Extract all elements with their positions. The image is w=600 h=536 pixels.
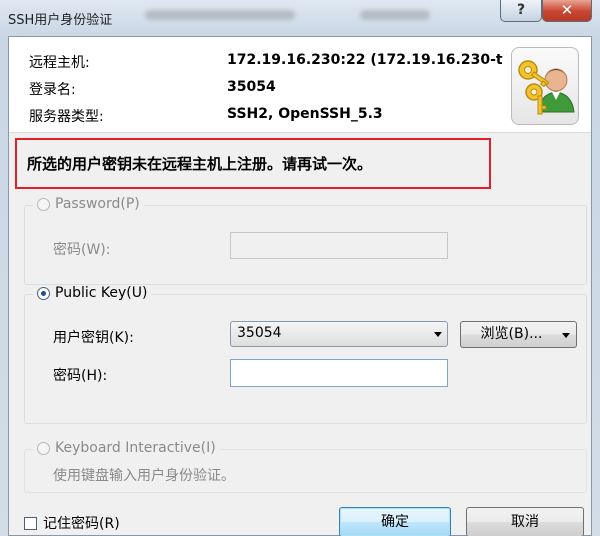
public-key-radio-label: Public Key(U)	[55, 285, 148, 301]
user-key-dropdown[interactable]: 35054	[230, 321, 448, 347]
connection-info-panel: 远程主机: 172.19.16.230:22 (172.19.16.230-te…	[9, 37, 591, 133]
public-key-radio[interactable]: Public Key(U)	[33, 285, 152, 301]
keyboard-interactive-description: 使用键盘输入用户身份验证。	[53, 468, 235, 484]
dialog-body: 所选的用户密钥未在远程主机上注册。请再试一次。 Password(P) 密码(W…	[9, 133, 591, 535]
browse-button[interactable]: 浏览(B)...	[460, 321, 577, 348]
cancel-button[interactable]: 取消	[466, 507, 584, 536]
password-input[interactable]	[230, 232, 448, 259]
window-title: SSH用户身份验证	[8, 13, 113, 28]
close-button[interactable]: ✕	[542, 0, 592, 22]
chevron-down-icon	[562, 333, 570, 338]
blurred-region	[360, 10, 430, 20]
login-name-label: 登录名:	[29, 82, 76, 98]
public-key-radio-button[interactable]	[37, 286, 50, 300]
ssh-auth-dialog: SSH用户身份验证 ? ✕ 远程主机: 172.19.16.230:22 (17…	[0, 0, 600, 536]
keyboard-interactive-radio[interactable]: Keyboard Interactive(I)	[33, 440, 220, 456]
help-button[interactable]: ?	[500, 0, 542, 22]
password-radio-label: Password(P)	[55, 196, 140, 212]
passphrase-input[interactable]	[230, 359, 448, 387]
login-name-value: 35054	[227, 79, 276, 95]
passphrase-label: 密码(H):	[53, 368, 108, 384]
dialog-client-area: 远程主机: 172.19.16.230:22 (172.19.16.230-te…	[8, 36, 592, 536]
remote-host-label: 远程主机:	[29, 55, 90, 71]
user-key-selected-value: 35054	[237, 325, 282, 341]
remember-password-checkbox[interactable]	[24, 517, 37, 530]
remember-password-label[interactable]: 记住密码(R)	[43, 513, 120, 533]
keyboard-interactive-group: Keyboard Interactive(I) 使用键盘输入用户身份验证。	[24, 440, 587, 493]
keys-user-icon	[511, 47, 579, 125]
ok-button[interactable]: 确定	[339, 507, 451, 536]
error-message: 所选的用户密钥未在远程主机上注册。请再试一次。	[27, 155, 373, 173]
blurred-region	[145, 10, 295, 20]
password-label: 密码(W):	[53, 242, 111, 258]
user-key-label: 用户密钥(K):	[53, 330, 134, 346]
chevron-down-icon	[434, 332, 442, 337]
browse-button-label: 浏览(B)...	[480, 326, 543, 342]
server-type-value: SSH2, OpenSSH_5.3	[227, 106, 383, 122]
remote-host-value: 172.19.16.230:22 (172.19.16.230-te	[227, 52, 503, 68]
password-group: Password(P) 密码(W):	[24, 196, 587, 285]
title-bar[interactable]: SSH用户身份验证 ? ✕	[0, 0, 600, 34]
password-radio[interactable]: Password(P)	[33, 196, 144, 212]
public-key-group: Public Key(U) 用户密钥(K): 35054 浏览(B)... 密码…	[24, 285, 587, 424]
server-type-label: 服务器类型:	[29, 109, 104, 125]
keyboard-interactive-radio-button[interactable]	[37, 441, 50, 455]
password-radio-button[interactable]	[37, 197, 50, 211]
keyboard-interactive-radio-label: Keyboard Interactive(I)	[55, 440, 216, 456]
